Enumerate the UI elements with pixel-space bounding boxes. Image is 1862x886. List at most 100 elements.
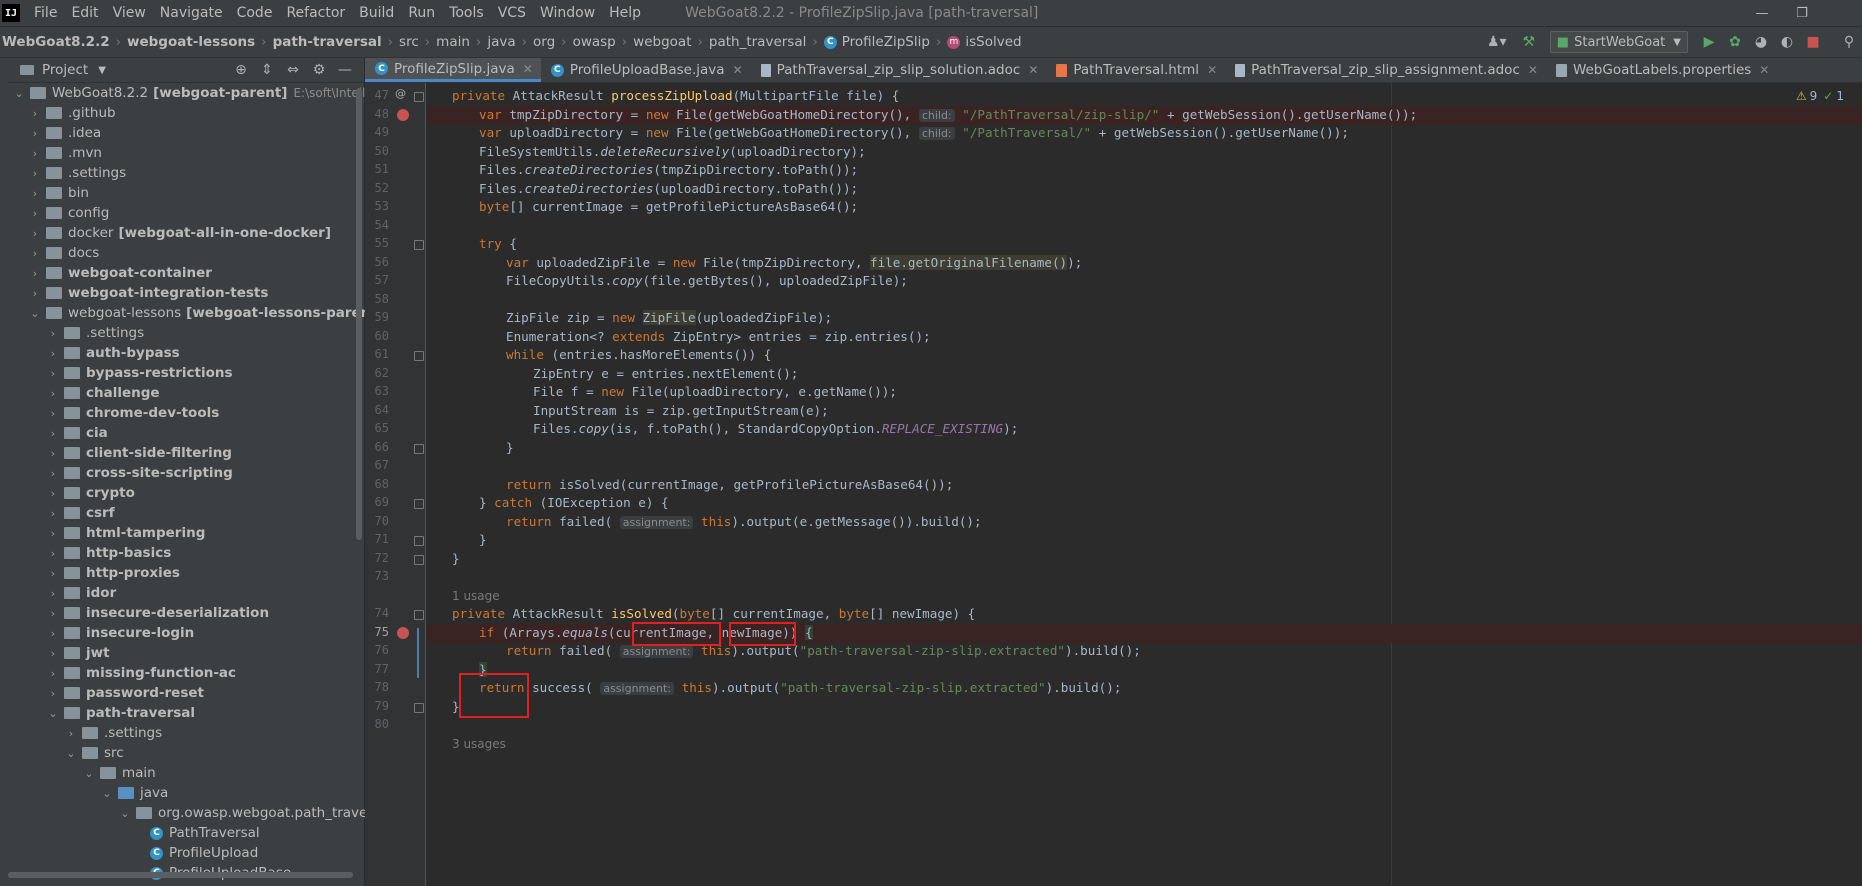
close-icon[interactable]: ✕ (1528, 63, 1538, 77)
tree-item[interactable]: › .settings (64, 723, 162, 743)
horizontal-scrollbar[interactable] (8, 872, 353, 878)
breadcrumb-class[interactable]: C ProfileZipSlip (823, 34, 930, 50)
tab-zip-slip-assignment[interactable]: PathTraversal_zip_slip_assignment.adoc ✕ (1225, 58, 1546, 82)
menu-file[interactable]: File (34, 5, 57, 21)
breadcrumb-item[interactable]: path-traversal (273, 34, 382, 50)
locate-icon[interactable]: ⊕ (228, 62, 254, 78)
close-icon[interactable]: ✕ (733, 63, 743, 77)
tree-item[interactable]: ⌄ org.owasp.webgoat.path_traversal (118, 803, 392, 823)
tree-item[interactable]: ⌄ src (64, 743, 123, 763)
tree-item[interactable]: ⌄ path-traversal (46, 703, 195, 723)
fold-marker-icon[interactable] (414, 703, 424, 713)
tree-item[interactable]: › docker [webgoat-all-in-one-docker] (28, 223, 331, 243)
tree-item[interactable]: › .idea (28, 123, 101, 143)
project-panel-title[interactable]: Project (42, 62, 88, 78)
tab-profileuploadbase[interactable]: C ProfileUploadBase.java ✕ (541, 58, 751, 82)
tree-item[interactable]: › http-proxies (46, 563, 180, 583)
tree-item[interactable]: › .mvn (28, 143, 102, 163)
menu-refactor[interactable]: Refactor (286, 5, 345, 21)
fold-marker-icon[interactable] (414, 555, 424, 565)
tree-item[interactable]: › http-basics (46, 543, 171, 563)
tree-item[interactable]: › html-tampering (46, 523, 206, 543)
tree-item[interactable]: › crypto (46, 483, 135, 503)
menu-navigate[interactable]: Navigate (160, 5, 223, 21)
breadcrumb-item[interactable]: java (487, 34, 515, 50)
code-editor[interactable]: ⚠ 9 ✓ 1 47 48 49 50 51 52 53 54 55 56 57… (365, 83, 1862, 886)
fold-marker-icon[interactable] (414, 240, 424, 250)
tree-item[interactable]: › .github (28, 103, 116, 123)
fold-marker-icon[interactable] (414, 351, 424, 361)
breadcrumb-item[interactable]: WebGoat8.2.2 (2, 34, 110, 50)
build-hammer-icon[interactable]: ⚒ (1516, 34, 1542, 50)
menu-window[interactable]: Window (540, 5, 595, 21)
tree-item[interactable]: › client-side-filtering (46, 443, 232, 463)
tree-item[interactable]: › cross-site-scripting (46, 463, 233, 483)
menu-view[interactable]: View (113, 5, 146, 21)
close-icon[interactable]: ✕ (523, 62, 533, 76)
run-icon[interactable]: ▶ (1696, 34, 1722, 50)
tree-item[interactable]: › webgoat-container (28, 263, 212, 283)
breadcrumb-item[interactable]: webgoat-lessons (127, 34, 255, 50)
fold-marker-icon[interactable] (414, 444, 424, 454)
tree-item[interactable]: › csrf (46, 503, 115, 523)
expand-all-icon[interactable]: ⇕ (254, 62, 280, 78)
breadcrumb-item[interactable]: src (399, 34, 419, 50)
coverage-icon[interactable]: ◕ (1748, 34, 1774, 50)
menu-help[interactable]: Help (609, 5, 641, 21)
tree-root[interactable]: ⌄ WebGoat8.2.2 [webgoat-parent] E:\soft\… (12, 83, 405, 103)
breadcrumb-item[interactable]: path_traversal (709, 34, 806, 50)
stop-icon[interactable]: ■ (1800, 34, 1826, 50)
restore-icon[interactable]: ❐ (1782, 6, 1822, 21)
override-annotation-icon[interactable]: @ (395, 87, 406, 100)
menu-edit[interactable]: Edit (71, 5, 98, 21)
close-icon[interactable]: ✕ (1759, 63, 1769, 77)
profile-icon[interactable]: ◐ (1774, 34, 1800, 50)
breadcrumb-method[interactable]: m isSolved (947, 34, 1022, 50)
fold-marker-icon[interactable] (414, 92, 424, 102)
menu-run[interactable]: Run (408, 5, 435, 21)
hide-icon[interactable]: — (332, 62, 358, 78)
tree-item[interactable]: › auth-bypass (46, 343, 180, 363)
tree-item[interactable]: › chrome-dev-tools (46, 403, 219, 423)
tree-item[interactable]: ⌄ main (82, 763, 155, 783)
tab-zip-slip-solution[interactable]: PathTraversal_zip_slip_solution.adoc ✕ (751, 58, 1047, 82)
tree-item[interactable]: C PathTraversal (146, 823, 260, 843)
tree-item[interactable]: › insecure-deserialization (46, 603, 269, 623)
tree-item[interactable]: › cia (46, 423, 108, 443)
breakpoint-icon[interactable] (397, 109, 409, 121)
fold-marker-icon[interactable] (414, 536, 424, 546)
debug-icon[interactable]: ✿ (1722, 34, 1748, 50)
run-configuration-select[interactable]: ■ StartWebGoat ▼ (1549, 31, 1688, 53)
close-icon[interactable]: ✕ (1207, 63, 1217, 77)
usage-hint[interactable]: 1 usage (427, 587, 1862, 606)
tree-item[interactable]: › idor (46, 583, 116, 603)
collapse-all-icon[interactable]: ⇔ (280, 62, 306, 78)
gear-icon[interactable]: ⚙ (306, 62, 332, 78)
tree-item[interactable]: › challenge (46, 383, 160, 403)
breadcrumb-item[interactable]: main (436, 34, 470, 50)
menu-tools[interactable]: Tools (449, 5, 484, 21)
tab-pathtraversal-html[interactable]: PathTraversal.html ✕ (1046, 58, 1225, 82)
close-icon[interactable]: ✕ (1028, 63, 1038, 77)
menu-vcs[interactable]: VCS (498, 5, 526, 21)
usage-count[interactable]: 1 usage (452, 587, 500, 606)
tree-item[interactable]: › webgoat-integration-tests (28, 283, 269, 303)
breadcrumb-item[interactable]: org (533, 34, 555, 50)
tree-item[interactable]: ⌄ java (100, 783, 168, 803)
tree-item[interactable]: › .settings (46, 323, 144, 343)
tree-item[interactable]: › config (28, 203, 110, 223)
breakpoint-icon[interactable] (397, 627, 409, 639)
menu-code[interactable]: Code (237, 5, 273, 21)
usage-count[interactable]: 3 usages (452, 735, 506, 754)
menu-build[interactable]: Build (359, 5, 394, 21)
minimize-icon[interactable]: — (1742, 6, 1782, 21)
search-icon[interactable]: ⚲ (1836, 34, 1862, 50)
tab-profilezipslip[interactable]: C ProfileZipSlip.java ✕ (365, 58, 541, 82)
tree-item[interactable]: › bin (28, 183, 89, 203)
tree-item[interactable]: › insecure-login (46, 623, 194, 643)
vertical-scrollbar[interactable] (356, 88, 362, 540)
tree-item[interactable]: › password-reset (46, 683, 204, 703)
tree-item[interactable]: C ProfileUpload (146, 843, 258, 863)
chevron-down-icon[interactable]: ▼ (98, 65, 106, 76)
tree-item[interactable]: › bypass-restrictions (46, 363, 233, 383)
